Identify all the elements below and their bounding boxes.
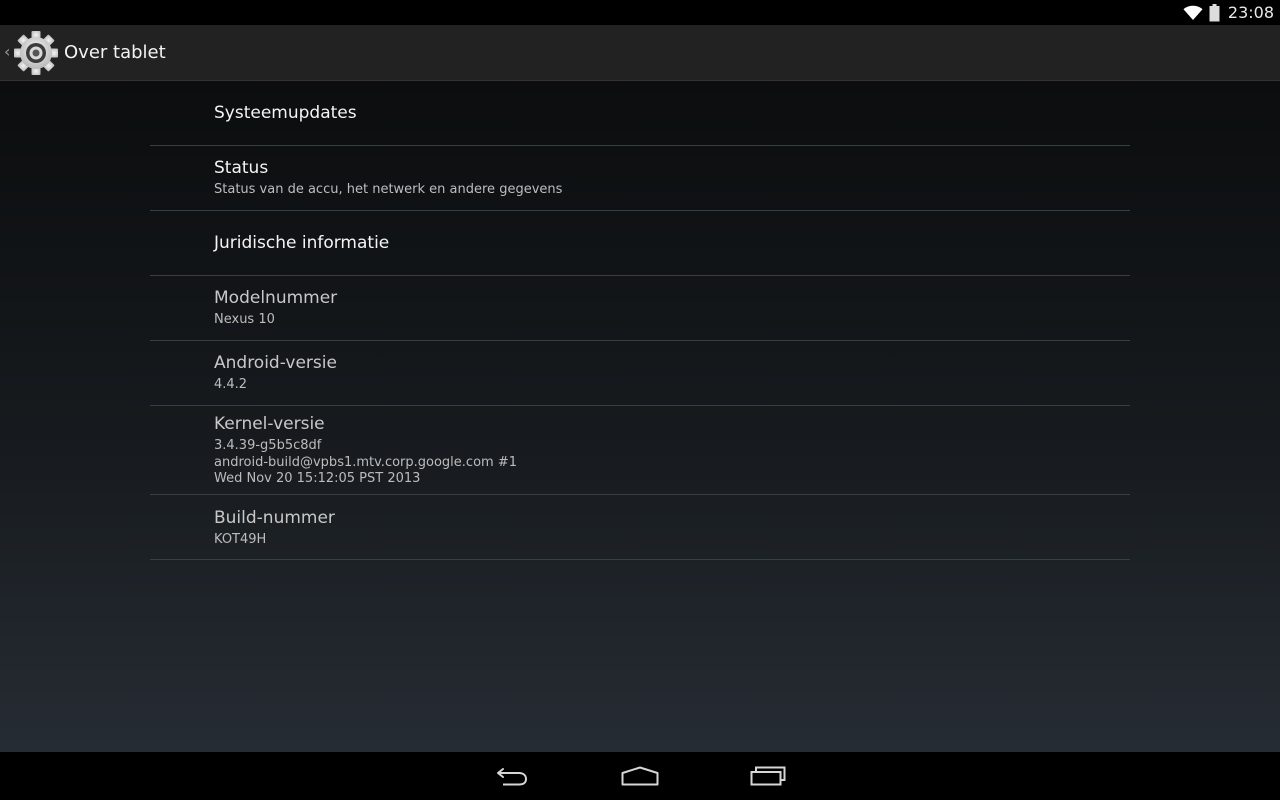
clock: 23:08 bbox=[1227, 3, 1274, 22]
pref-summary: Nexus 10 bbox=[214, 312, 275, 327]
home-icon bbox=[621, 766, 659, 786]
settings-content: Systeemupdates Status Status van de accu… bbox=[0, 81, 1280, 752]
status-bar: 23:08 bbox=[0, 0, 1280, 25]
up-navigation-button[interactable]: ‹ bbox=[0, 25, 60, 81]
settings-gear-icon bbox=[14, 31, 58, 75]
pref-summary-line: android-build@vpbs1.mtv.corp.google.com … bbox=[214, 454, 517, 470]
home-button[interactable] bbox=[600, 752, 680, 800]
preference-list: Systeemupdates Status Status van de accu… bbox=[150, 81, 1130, 560]
pref-android-version[interactable]: Android-versie 4.4.2 bbox=[150, 341, 1130, 406]
chevron-left-icon: ‹ bbox=[4, 42, 11, 61]
pref-summary-line: Wed Nov 20 15:12:05 PST 2013 bbox=[214, 471, 421, 486]
back-icon bbox=[497, 768, 528, 786]
battery-icon bbox=[1209, 3, 1220, 21]
pref-summary: KOT49H bbox=[214, 532, 267, 547]
back-button[interactable] bbox=[472, 752, 552, 800]
pref-system-updates[interactable]: Systeemupdates bbox=[150, 81, 1130, 146]
screen: 23:08 ‹ Over tablet Systeemupdates Statu… bbox=[0, 0, 1280, 800]
pref-title: Modelnummer bbox=[214, 288, 338, 308]
pref-title: Systeemupdates bbox=[214, 103, 357, 123]
pref-title: Build-nummer bbox=[214, 508, 335, 528]
pref-title: Status bbox=[214, 158, 269, 178]
pref-legal-info[interactable]: Juridische informatie bbox=[150, 211, 1130, 276]
action-bar: ‹ Over tablet bbox=[0, 25, 1280, 81]
pref-summary-line: 3.4.39-g5b5c8df bbox=[214, 438, 322, 453]
pref-title: Android-versie bbox=[214, 353, 337, 373]
pref-summary: Status van de accu, het netwerk en ander… bbox=[214, 182, 563, 197]
status-icons: 23:08 bbox=[1183, 0, 1274, 25]
pref-build-number[interactable]: Build-nummer KOT49H bbox=[150, 495, 1130, 560]
pref-model-number: Modelnummer Nexus 10 bbox=[150, 276, 1130, 341]
pref-title: Kernel-versie bbox=[214, 414, 325, 434]
pref-summary: 4.4.2 bbox=[214, 377, 248, 392]
pref-kernel-version: Kernel-versie 3.4.39-g5b5c8df android-bu… bbox=[150, 406, 1130, 495]
recents-icon bbox=[750, 766, 786, 786]
pref-status[interactable]: Status Status van de accu, het netwerk e… bbox=[150, 146, 1130, 211]
pref-title: Juridische informatie bbox=[214, 233, 390, 253]
wifi-icon bbox=[1183, 5, 1203, 20]
recents-button[interactable] bbox=[728, 752, 808, 800]
page-title: Over tablet bbox=[64, 42, 166, 63]
navigation-bar bbox=[0, 752, 1280, 800]
